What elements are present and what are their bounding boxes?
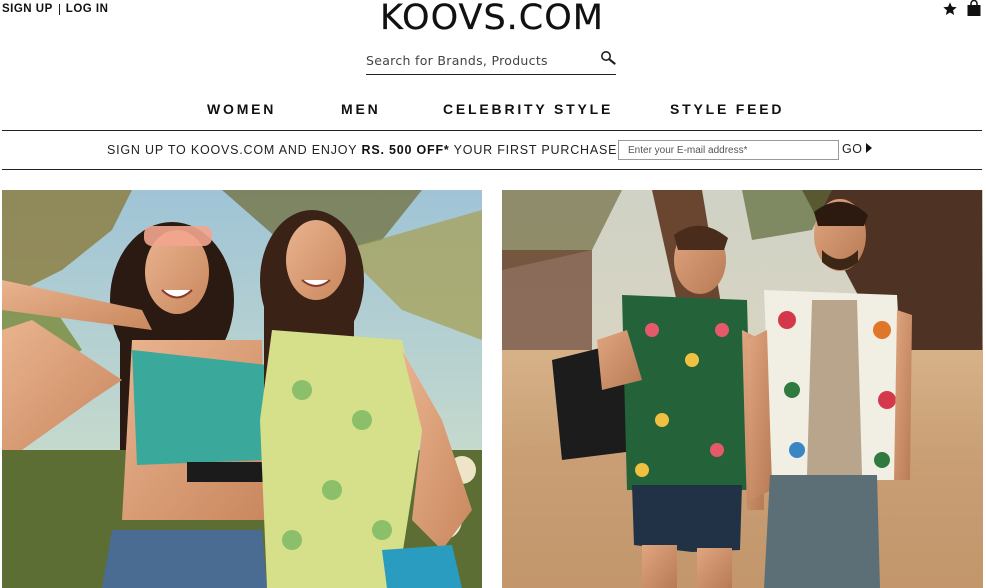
signup-promo-bar: SIGN UP TO KOOVS.COM AND ENJOY RS. 500 O…	[0, 133, 986, 169]
site-logo[interactable]: KOOVS.COM	[366, 0, 618, 38]
signup-link[interactable]: SIGN UP	[2, 3, 53, 15]
promo-text-before: SIGN UP TO KOOVS.COM AND ENJOY	[107, 143, 362, 157]
star-icon[interactable]	[942, 1, 958, 17]
auth-links: SIGN UP LOG IN	[2, 3, 108, 15]
nav-item-women[interactable]: WOMEN	[207, 101, 276, 117]
nav-item-celebrity-style[interactable]: CELEBRITY STYLE	[443, 101, 613, 117]
men-collection-photo	[502, 190, 983, 588]
play-arrow-icon	[865, 142, 873, 156]
women-collection-photo	[2, 190, 482, 588]
nav-item-style-feed[interactable]: STYLE FEED	[670, 101, 784, 117]
auth-divider	[58, 3, 60, 15]
go-label: GO	[842, 142, 863, 156]
search-icon[interactable]	[600, 50, 616, 71]
search-input[interactable]	[366, 52, 581, 68]
men-collection-banner[interactable]	[502, 190, 983, 588]
women-collection-banner[interactable]	[2, 190, 482, 588]
promo-email-field[interactable]	[618, 140, 839, 160]
koovs-homepage: SIGN UP LOG IN KOOVS.COM WOME	[0, 0, 986, 588]
promo-text-after: YOUR FIRST PURCHASE	[449, 143, 618, 157]
nav-divider	[2, 130, 982, 131]
main-nav: WOMEN MEN CELEBRITY STYLE STYLE FEED	[0, 101, 986, 121]
go-button[interactable]: GO	[842, 142, 873, 156]
login-link[interactable]: LOG IN	[66, 3, 109, 15]
promo-message: SIGN UP TO KOOVS.COM AND ENJOY RS. 500 O…	[107, 143, 617, 157]
search-bar	[366, 46, 616, 75]
promo-divider	[2, 169, 982, 170]
nav-item-men[interactable]: MEN	[341, 101, 381, 117]
shopping-bag-icon[interactable]	[966, 0, 982, 17]
header-actions	[942, 0, 982, 17]
promo-discount: RS. 500 OFF*	[361, 143, 450, 157]
